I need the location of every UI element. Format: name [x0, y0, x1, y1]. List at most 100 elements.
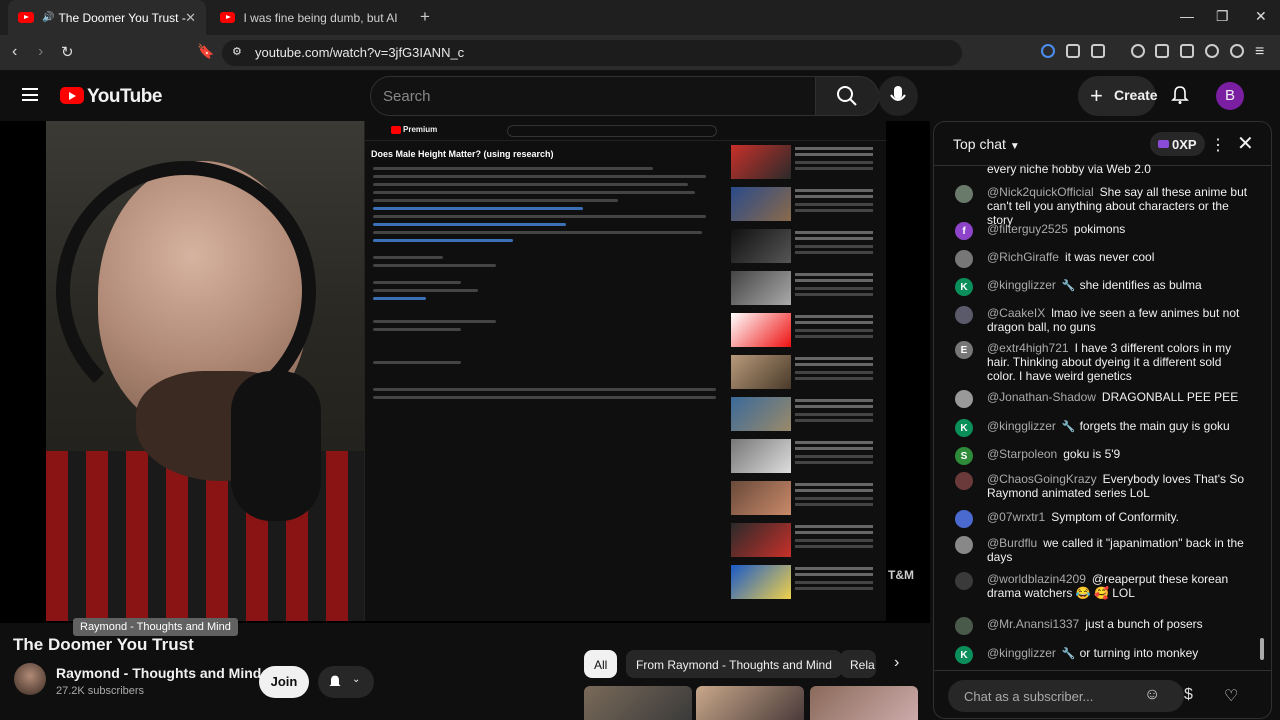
chat-author[interactable]: @CaakeIX — [987, 306, 1045, 320]
guide-menu-icon[interactable] — [22, 88, 38, 101]
chat-author[interactable]: @RichGiraffe — [987, 250, 1059, 264]
reload-icon[interactable]: ↻ — [61, 43, 74, 61]
create-label: Create — [1114, 87, 1158, 103]
chat-avatar[interactable] — [955, 572, 973, 590]
search-icon — [837, 86, 857, 106]
chip-from-channel[interactable]: From Raymond - Thoughts and Mind — [626, 650, 842, 678]
chat-message-body: @worldblazin4209 @reaperput these korean … — [987, 572, 1249, 600]
chat-avatar[interactable]: E — [955, 341, 973, 359]
extension-icon[interactable] — [1041, 44, 1055, 58]
notifications-bell-icon[interactable] — [1170, 85, 1190, 105]
chat-avatar[interactable]: K — [955, 646, 973, 664]
channel-avatar[interactable] — [14, 663, 46, 695]
chip-all[interactable]: All — [584, 650, 618, 678]
media-icon[interactable] — [1091, 44, 1105, 58]
search-input[interactable]: Search — [370, 76, 822, 116]
forward-icon[interactable]: › — [38, 43, 43, 61]
close-window-icon[interactable]: ✕ — [1255, 8, 1267, 25]
chat-text: forgets the main guy is goku — [1079, 419, 1230, 433]
moderator-wrench-icon: 🔧 — [1061, 648, 1076, 660]
chat-text: DRAGONBALL PEE PEE — [1101, 390, 1239, 404]
video-player[interactable]: Premium Does Male Height Matter? (using … — [0, 121, 930, 623]
url-field[interactable]: ⚙ youtube.com/watch?v=3jfG3IANN_c — [222, 40, 962, 66]
chat-avatar[interactable] — [955, 510, 973, 528]
chat-avatar[interactable]: f — [955, 222, 973, 240]
heart-icon[interactable]: ♡ — [1224, 686, 1238, 706]
chat-author[interactable]: @Burdflu — [987, 536, 1037, 550]
chat-author[interactable]: @Nick2quickOfficial — [987, 185, 1094, 199]
chevron-right-icon[interactable]: › — [894, 654, 899, 672]
chat-avatar[interactable] — [955, 306, 973, 324]
close-chat-icon[interactable]: ✕ — [1237, 131, 1254, 156]
chat-scrollbar[interactable] — [1260, 170, 1264, 680]
chat-avatar[interactable] — [955, 250, 973, 268]
related-thumbnail[interactable] — [810, 686, 918, 720]
vpn-icon[interactable] — [1230, 44, 1244, 58]
chat-author[interactable]: @filterguy2525 — [987, 222, 1068, 236]
super-chat-icon[interactable]: $ — [1184, 686, 1193, 704]
address-bar-row: ‹ › ↻ 🔖 ⚙ youtube.com/watch?v=3jfG3IANN_… — [0, 35, 1280, 71]
account-avatar[interactable]: B — [1216, 82, 1244, 110]
chat-author[interactable]: @ChaosGoingKrazy — [987, 472, 1097, 486]
chat-avatar[interactable] — [955, 617, 973, 635]
chat-author[interactable]: @kingglizzer — [987, 419, 1056, 433]
chat-author[interactable]: @Mr.Anansi1337 — [987, 617, 1079, 631]
tab-ai[interactable]: I was fine being dumb, but AI change — [210, 0, 408, 35]
youtube-logo-text[interactable]: YouTube — [87, 86, 162, 108]
related-thumbnail[interactable] — [696, 686, 804, 720]
chat-message-body: @RichGiraffe it was never cool — [987, 250, 1249, 264]
wallet-icon[interactable] — [1180, 44, 1194, 58]
sidebar-icon[interactable] — [1155, 44, 1169, 58]
chat-input-area: Chat as a subscriber... ☺ $ ♡ — [934, 670, 1271, 718]
chat-avatar[interactable] — [955, 472, 973, 490]
more-options-icon[interactable]: ⋮ — [1210, 135, 1226, 155]
channel-name[interactable]: Raymond - Thoughts and Mind — [56, 665, 261, 681]
mini-youtube-header: Premium — [365, 121, 886, 141]
restore-icon[interactable]: ❐ — [1216, 8, 1229, 25]
chat-author[interactable]: @kingglizzer — [987, 278, 1056, 292]
minimize-icon[interactable]: — — [1180, 8, 1194, 24]
chat-author[interactable]: @Starpoleon — [987, 447, 1057, 461]
shared-screen: Premium Does Male Height Matter? (using … — [364, 121, 886, 621]
moderator-wrench-icon: 🔧 — [1061, 280, 1076, 292]
voice-search-button[interactable] — [878, 76, 918, 116]
top-chat-dropdown[interactable]: Top chat ▼ — [953, 136, 1020, 152]
chat-avatar[interactable]: S — [955, 447, 973, 465]
music-icon[interactable] — [1131, 44, 1145, 58]
youtube-logo-icon[interactable] — [60, 87, 84, 104]
tab-doomer[interactable]: 🔊 The Doomer You Trust - YouTube ✕ — [8, 0, 206, 35]
chat-author[interactable]: @07wrxtr1 — [987, 510, 1045, 524]
chat-author[interactable]: @Jonathan-Shadow — [987, 390, 1096, 404]
chip-related[interactable]: Rela — [840, 650, 876, 678]
back-icon[interactable]: ‹ — [12, 43, 17, 61]
chat-avatar[interactable] — [955, 185, 973, 203]
chat-text: it was never cool — [1064, 250, 1155, 264]
subscribe-notification-button[interactable]: ⌄ — [318, 666, 374, 698]
extensions-puzzle-icon[interactable] — [1066, 44, 1080, 58]
chat-avatar[interactable] — [955, 390, 973, 408]
chat-message-body: @kingglizzer 🔧 forgets the main guy is gok… — [987, 419, 1249, 434]
speaker-icon: 🔊 — [42, 12, 55, 23]
new-tab-button[interactable]: + — [420, 7, 430, 27]
chat-author[interactable]: @worldblazin4209 — [987, 572, 1086, 586]
chevron-down-icon: ⌄ — [352, 674, 361, 685]
chat-author[interactable]: @extr4high721 — [987, 341, 1069, 355]
related-thumbnail[interactable] — [584, 686, 692, 720]
leo-icon[interactable] — [1205, 44, 1219, 58]
site-info-icon[interactable]: ⚙ — [232, 45, 242, 58]
chat-avatar[interactable]: K — [955, 419, 973, 437]
chat-author[interactable]: @kingglizzer — [987, 646, 1056, 660]
search-button[interactable] — [815, 76, 879, 116]
close-tab-icon[interactable]: ✕ — [185, 10, 196, 26]
create-button[interactable]: + Create — [1078, 76, 1158, 116]
chat-text: goku is 5'9 — [1063, 447, 1121, 461]
menu-icon[interactable]: ≡ — [1255, 43, 1264, 61]
mini-brand: Premium — [403, 125, 438, 134]
xp-badge[interactable]: 0XP — [1150, 132, 1205, 156]
emoji-icon[interactable]: ☺ — [1144, 686, 1160, 704]
chat-avatar[interactable]: K — [955, 278, 973, 296]
chat-avatar[interactable] — [955, 536, 973, 554]
join-button[interactable]: Join — [259, 666, 309, 698]
chat-text: pokimons — [1073, 222, 1126, 236]
bookmark-icon[interactable]: 🔖 — [197, 43, 214, 60]
